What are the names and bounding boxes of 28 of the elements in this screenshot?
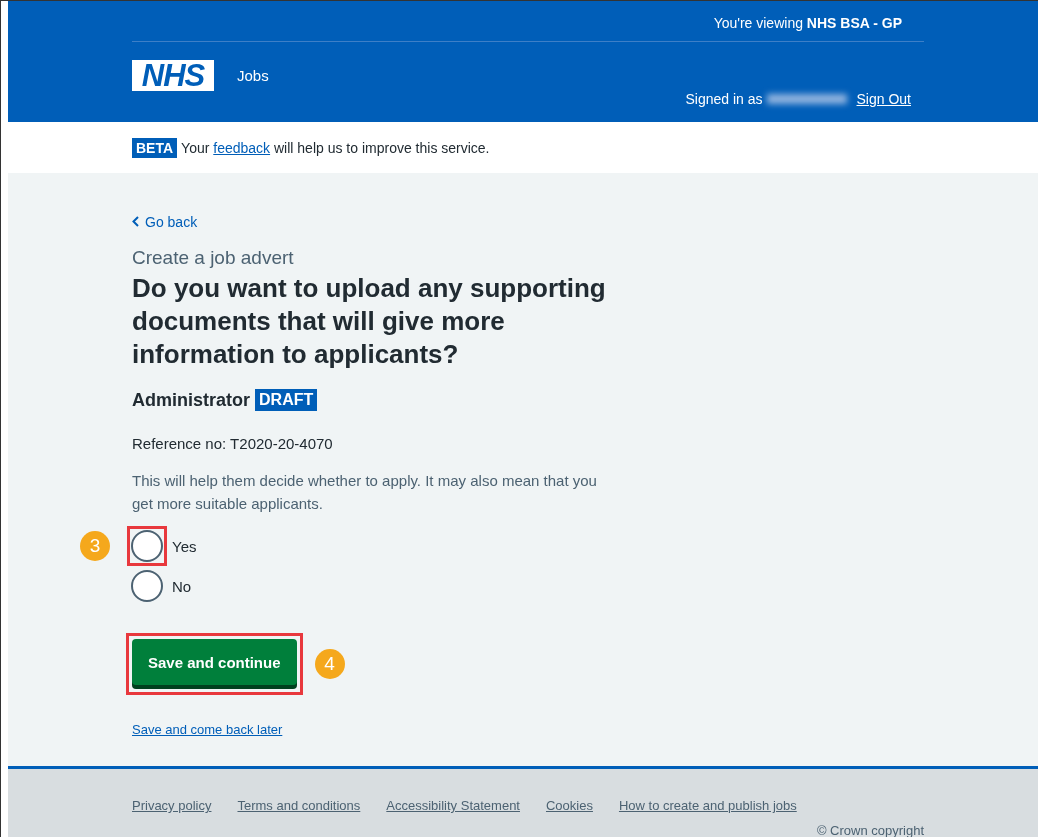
save-later-link[interactable]: Save and come back later xyxy=(132,722,283,737)
nhs-logo[interactable]: NHS xyxy=(132,60,214,91)
footer-link[interactable]: Cookies xyxy=(546,798,593,813)
reference-text: Reference no: T2020-20-4070 xyxy=(132,435,334,452)
job-title: Administrator xyxy=(132,389,250,411)
footer-link[interactable]: Terms and conditions xyxy=(237,798,361,813)
hint-text: This will help them decide whether to apply. It may also mean that you get more suitable applicants. xyxy=(132,471,598,514)
sign-out-link[interactable]: Sign Out xyxy=(856,91,911,107)
feedback-link[interactable]: feedback xyxy=(213,139,271,156)
step-number: 3 xyxy=(80,531,110,561)
signed-in-label: Signed in as xyxy=(685,91,763,107)
back-link[interactable]: Go back xyxy=(132,213,198,230)
beta-tag: BETA xyxy=(132,137,178,158)
footer-link[interactable]: Accessibility Statement xyxy=(386,798,520,813)
radio-label: No xyxy=(172,577,192,595)
beta-message: Your feedback will help us to improve this service. xyxy=(181,139,490,156)
footer-link[interactable]: How to create and publish jobs xyxy=(618,798,797,813)
viewing-text: You're viewing NHS BSA - GP xyxy=(713,15,902,31)
page-heading: Do you want to upload any supporting documents that will give more information to applicants? xyxy=(132,272,607,371)
radio-button[interactable] xyxy=(131,570,163,602)
copyright-text: © Crown copyright xyxy=(815,823,924,837)
service-name: Jobs xyxy=(237,67,269,84)
chevron-left-icon xyxy=(132,216,139,227)
radio-label: Yes xyxy=(172,537,197,555)
step-number: 4 xyxy=(314,649,345,679)
footer-link[interactable]: Privacy policy xyxy=(132,798,212,813)
status-tag: DRAFT xyxy=(255,389,318,411)
caption-text: Create a job advert xyxy=(132,247,295,269)
